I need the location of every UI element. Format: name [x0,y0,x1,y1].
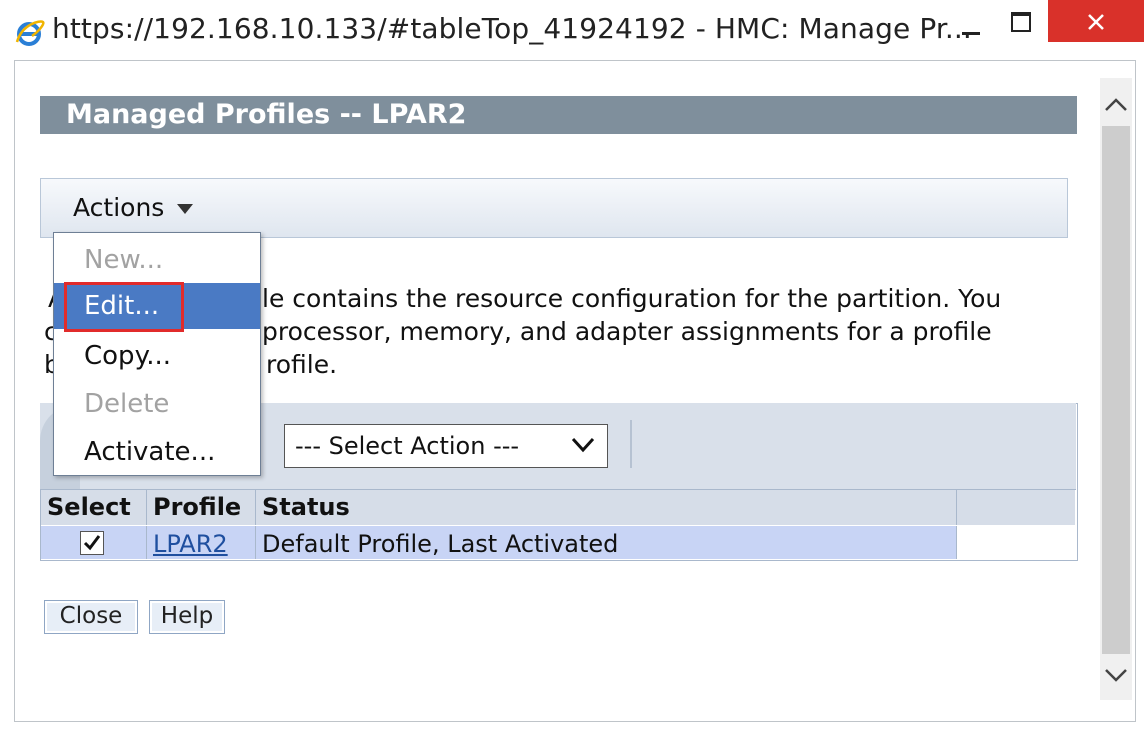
chevron-down-icon [571,437,595,457]
select-action-value: --- Select Action --- [295,432,520,460]
table-header-filler [957,490,1075,525]
scroll-up-button[interactable] [1100,88,1132,124]
help-button[interactable]: Help [149,600,225,634]
caret-down-icon[interactable] [177,201,193,220]
checkmark-icon [83,535,101,551]
chevron-down-icon [1105,669,1127,682]
row-status-cell: Default Profile, Last Activated [256,526,957,559]
row-profile-cell: LPAR2 [147,526,256,559]
page-header: Managed Profiles -- LPAR2 [40,96,1077,134]
menu-item-copy[interactable]: Copy... [54,333,260,379]
column-header-profile[interactable]: Profile [147,490,256,525]
minimize-button[interactable] [948,0,992,44]
highlight-annotation-box [64,282,184,332]
maximize-button[interactable] [996,0,1040,44]
intro-fragment: rofile. [266,350,338,379]
chevron-up-icon [1105,98,1127,111]
row-select-checkbox[interactable] [80,531,104,555]
scroll-down-button[interactable] [1100,656,1132,692]
close-icon [1088,14,1104,30]
intro-fragment: le contains the resource configuration f… [262,284,1002,313]
menu-item-delete: Delete [84,389,170,419]
column-header-status[interactable]: Status [256,490,957,525]
actions-menu-button[interactable]: Actions [73,193,164,222]
column-header-select[interactable]: Select [41,490,147,525]
window-title-bar: https://192.168.10.133/#tableTop_4192419… [0,0,1146,60]
close-window-button[interactable] [1048,0,1144,42]
toolbar-divider [630,420,632,468]
actions-bar: Actions [40,178,1068,238]
intro-fragment: processor, memory, and adapter assignmen… [262,317,992,346]
scrollbar-thumb[interactable] [1102,126,1130,654]
profile-link[interactable]: LPAR2 [153,530,228,558]
actions-dropdown-menu: New... Edit... Copy... Delete Activate..… [53,232,261,476]
menu-item-activate[interactable]: Activate... [54,429,260,475]
page-title: Managed Profiles -- LPAR2 [66,99,467,130]
window-title: https://192.168.10.133/#tableTop_4192419… [52,12,972,45]
menu-item-new: New... [84,245,164,275]
internet-explorer-icon [14,18,46,48]
select-action-dropdown[interactable]: --- Select Action --- [284,424,608,468]
close-button[interactable]: Close [44,600,138,634]
